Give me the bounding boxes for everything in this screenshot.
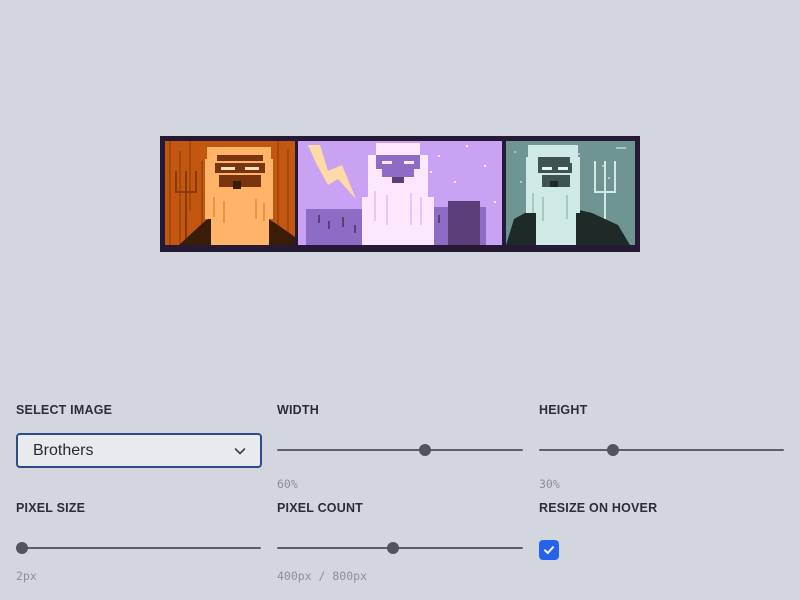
pixel-count-value: 400px / 800px	[277, 569, 368, 583]
page: SELECT IMAGE Brothers WIDTH 60% HEIGHT 3…	[0, 0, 800, 600]
height-slider-thumb[interactable]	[606, 444, 619, 456]
height-label: HEIGHT	[539, 403, 588, 417]
width-label: WIDTH	[277, 403, 319, 417]
select-image-dropdown[interactable]: Brothers	[16, 433, 262, 468]
resize-on-hover-label: RESIZE ON HOVER	[539, 501, 658, 515]
poseidon-orange-pixel-portrait[interactable]	[165, 141, 295, 245]
pixel-size-slider[interactable]	[16, 541, 261, 555]
width-slider-thumb[interactable]	[418, 444, 431, 456]
height-slider-track[interactable]	[539, 449, 784, 451]
zeus-purple-pixel-portrait[interactable]	[298, 141, 502, 245]
resize-on-hover-checkbox[interactable]	[539, 540, 559, 560]
select-image-label: SELECT IMAGE	[16, 403, 113, 417]
hades-teal-pixel-portrait[interactable]	[506, 141, 635, 245]
chevron-down-icon	[234, 448, 246, 455]
pixel-size-value: 2px	[16, 569, 37, 583]
pixel-size-slider-track[interactable]	[16, 547, 261, 549]
checkmark-icon	[544, 546, 554, 554]
pixel-count-label: PIXEL COUNT	[277, 501, 364, 515]
width-value: 60%	[277, 477, 298, 491]
pixel-size-slider-thumb[interactable]	[16, 542, 28, 554]
width-slider[interactable]	[277, 443, 523, 457]
pixel-count-slider[interactable]	[277, 541, 523, 555]
image-strip	[160, 136, 640, 252]
height-slider[interactable]	[539, 443, 784, 457]
pixel-count-slider-thumb[interactable]	[386, 542, 399, 554]
select-image-value: Brothers	[33, 441, 94, 459]
height-value: 30%	[539, 477, 560, 491]
width-slider-track[interactable]	[277, 449, 523, 451]
pixel-count-slider-track[interactable]	[277, 547, 523, 549]
pixel-size-label: PIXEL SIZE	[16, 501, 86, 515]
